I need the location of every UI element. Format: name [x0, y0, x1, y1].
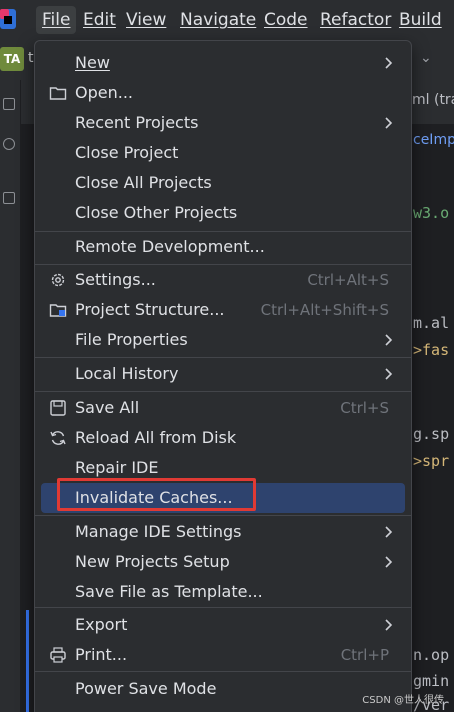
- save-icon: [50, 400, 66, 416]
- file-menu-dropdown: New Open... Recent Projects Close Projec…: [34, 40, 412, 712]
- project-tool-icon[interactable]: [3, 98, 15, 110]
- folder-icon: [49, 87, 67, 100]
- menu-item-file-properties[interactable]: File Properties: [41, 325, 405, 355]
- settings-shortcut: Ctrl+Alt+S: [307, 271, 389, 289]
- menu-item-power-save-mode[interactable]: Power Save Mode: [41, 674, 405, 704]
- menu-item-new[interactable]: New: [41, 48, 405, 78]
- chevron-right-icon: [385, 619, 393, 631]
- project-structure-shortcut: Ctrl+Alt+Shift+S: [260, 301, 389, 319]
- breadcrumb-fragment[interactable]: ceImp: [413, 132, 454, 148]
- menu-item-project-structure[interactable]: Project Structure... Ctrl+Alt+Shift+S: [41, 295, 405, 325]
- commit-tool-icon[interactable]: [3, 138, 15, 150]
- save-all-shortcut: Ctrl+S: [340, 399, 389, 417]
- menu-edit[interactable]: Edit: [77, 6, 122, 34]
- menu-item-recent-projects[interactable]: Recent Projects: [41, 108, 405, 138]
- menu-separator: [35, 391, 411, 392]
- project-badge[interactable]: TA: [0, 47, 24, 71]
- code-line: gmin: [413, 672, 450, 690]
- menu-item-new-projects-setup[interactable]: New Projects Setup: [41, 547, 405, 577]
- intellij-logo-icon: [0, 9, 16, 29]
- chevron-right-icon: [385, 334, 393, 346]
- menu-code[interactable]: Code: [258, 6, 314, 34]
- chevron-right-icon: [385, 117, 393, 129]
- code-line: >fas: [413, 341, 450, 359]
- code-line: w3.o: [413, 204, 450, 222]
- watermark: CSDN @世人很传: [362, 695, 444, 706]
- print-shortcut: Ctrl+P: [340, 646, 389, 664]
- menu-navigate[interactable]: Navigate: [174, 6, 262, 34]
- print-icon: [50, 647, 66, 663]
- gear-icon: [51, 273, 65, 287]
- project-structure-icon: [49, 304, 67, 317]
- menu-refactor[interactable]: Refactor: [314, 6, 397, 34]
- project-name[interactable]: t: [28, 50, 34, 66]
- chevron-right-icon: [385, 57, 393, 69]
- code-line: n.op: [413, 646, 450, 664]
- menubar: File Edit View Navigate Code Refactor Bu…: [0, 0, 454, 40]
- menu-item-export[interactable]: Export: [41, 610, 405, 640]
- menu-item-save-all[interactable]: Save All Ctrl+S: [41, 393, 405, 423]
- structure-tool-icon[interactable]: [3, 192, 15, 204]
- menu-item-reload-all-from-disk[interactable]: Reload All from Disk: [41, 423, 405, 453]
- gutter-change-marker: [26, 610, 29, 712]
- menu-separator: [35, 515, 411, 516]
- menu-item-close-all-projects[interactable]: Close All Projects: [41, 168, 405, 198]
- editor-tab-fragment[interactable]: ml (tra: [412, 92, 454, 108]
- menu-item-open[interactable]: Open...: [41, 78, 405, 108]
- menu-view[interactable]: View: [120, 6, 172, 34]
- menu-file[interactable]: File: [36, 6, 77, 34]
- chevron-right-icon: [385, 526, 393, 538]
- menu-item-manage-ide-settings[interactable]: Manage IDE Settings: [41, 517, 405, 547]
- code-line: >spr: [413, 452, 450, 470]
- left-tool-strip: [0, 80, 21, 712]
- menu-separator: [35, 357, 411, 358]
- chevron-right-icon: [385, 368, 393, 380]
- menu-separator: [35, 671, 411, 672]
- code-line: g.sp: [413, 425, 450, 443]
- menu-build[interactable]: Build: [393, 6, 448, 34]
- menu-item-save-file-as-template[interactable]: Save File as Template...: [41, 577, 405, 607]
- ide-window: File Edit View Navigate Code Refactor Bu…: [0, 0, 454, 712]
- menu-item-local-history[interactable]: Local History: [41, 359, 405, 389]
- menu-item-remote-development[interactable]: Remote Development...: [41, 232, 405, 262]
- code-line: m.al: [413, 314, 450, 332]
- toolbar-chevron-down-icon[interactable]: ⌄: [420, 50, 432, 66]
- menu-item-close-project[interactable]: Close Project: [41, 138, 405, 168]
- menu-separator: [35, 607, 411, 608]
- menu-item-close-other-projects[interactable]: Close Other Projects: [41, 198, 405, 228]
- menu-item-settings[interactable]: Settings... Ctrl+Alt+S: [41, 265, 405, 295]
- menu-item-print[interactable]: Print... Ctrl+P: [41, 640, 405, 670]
- chevron-right-icon: [385, 556, 393, 568]
- reload-icon: [50, 431, 66, 445]
- annotation-highlight-box: [57, 478, 256, 511]
